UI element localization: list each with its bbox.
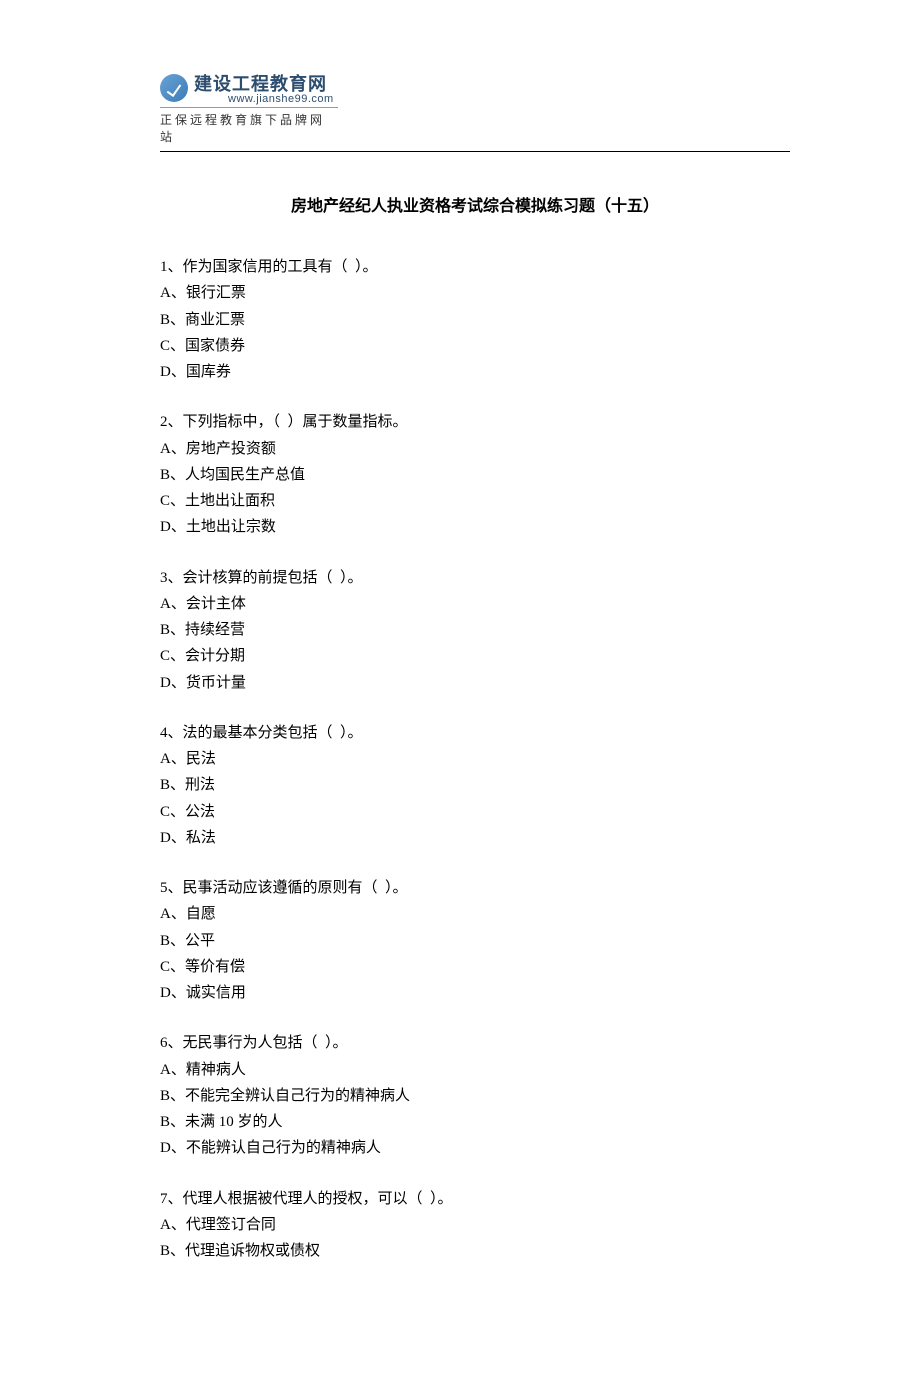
question-option: C、等价有偿 xyxy=(160,954,790,980)
header-divider xyxy=(160,151,790,152)
question-block: 2、下列指标中，（ ）属于数量指标。 A、房地产投资额 B、人均国民生产总值 C… xyxy=(160,409,790,540)
question-stem: 2、下列指标中，（ ）属于数量指标。 xyxy=(160,409,790,435)
question-stem: 5、民事活动应该遵循的原则有（ ）。 xyxy=(160,875,790,901)
question-option: A、会计主体 xyxy=(160,591,790,617)
question-option: B、商业汇票 xyxy=(160,307,790,333)
question-stem: 7、代理人根据被代理人的授权，可以（ ）。 xyxy=(160,1186,790,1212)
question-option: B、人均国民生产总值 xyxy=(160,462,790,488)
question-option: B、持续经营 xyxy=(160,617,790,643)
question-option: D、私法 xyxy=(160,825,790,851)
question-option: B、未满 10 岁的人 xyxy=(160,1109,790,1135)
question-option: A、代理签订合同 xyxy=(160,1212,790,1238)
question-option: C、会计分期 xyxy=(160,643,790,669)
question-option: D、国库券 xyxy=(160,359,790,385)
document-page: 建设工程教育网 www.jianshe99.com 正保远程教育旗下品牌网站 房… xyxy=(0,0,920,1388)
site-header: 建设工程教育网 www.jianshe99.com 正保远程教育旗下品牌网站 xyxy=(160,70,790,145)
question-block: 5、民事活动应该遵循的原则有（ ）。 A、自愿 B、公平 C、等价有偿 D、诚实… xyxy=(160,875,790,1006)
question-block: 3、会计核算的前提包括（ ）。 A、会计主体 B、持续经营 C、会计分期 D、货… xyxy=(160,565,790,696)
question-stem: 4、法的最基本分类包括（ ）。 xyxy=(160,720,790,746)
logo-row: 建设工程教育网 www.jianshe99.com xyxy=(160,70,790,105)
document-title: 房地产经纪人执业资格考试综合模拟练习题（十五） xyxy=(160,192,790,216)
question-option: C、公法 xyxy=(160,799,790,825)
question-option: B、代理追诉物权或债权 xyxy=(160,1238,790,1264)
question-block: 4、法的最基本分类包括（ ）。 A、民法 B、刑法 C、公法 D、私法 xyxy=(160,720,790,851)
question-block: 1、作为国家信用的工具有（ ）。 A、银行汇票 B、商业汇票 C、国家债券 D、… xyxy=(160,254,790,385)
logo-icon xyxy=(160,74,188,102)
question-option: B、公平 xyxy=(160,928,790,954)
question-block: 7、代理人根据被代理人的授权，可以（ ）。 A、代理签订合同 B、代理追诉物权或… xyxy=(160,1186,790,1265)
question-option: A、自愿 xyxy=(160,901,790,927)
question-option: A、民法 xyxy=(160,746,790,772)
question-stem: 3、会计核算的前提包括（ ）。 xyxy=(160,565,790,591)
question-stem: 6、无民事行为人包括（ ）。 xyxy=(160,1030,790,1056)
question-option: D、不能辨认自己行为的精神病人 xyxy=(160,1135,790,1161)
question-option: C、国家债券 xyxy=(160,333,790,359)
question-option: A、银行汇票 xyxy=(160,280,790,306)
question-option: D、货币计量 xyxy=(160,670,790,696)
question-option: B、不能完全辨认自己行为的精神病人 xyxy=(160,1083,790,1109)
question-option: D、诚实信用 xyxy=(160,980,790,1006)
question-option: A、精神病人 xyxy=(160,1057,790,1083)
question-stem: 1、作为国家信用的工具有（ ）。 xyxy=(160,254,790,280)
question-block: 6、无民事行为人包括（ ）。 A、精神病人 B、不能完全辨认自己行为的精神病人 … xyxy=(160,1030,790,1161)
question-option: C、土地出让面积 xyxy=(160,488,790,514)
question-option: B、刑法 xyxy=(160,772,790,798)
question-option: D、土地出让宗数 xyxy=(160,514,790,540)
question-option: A、房地产投资额 xyxy=(160,436,790,462)
logo-text-url: www.jianshe99.com xyxy=(228,93,334,105)
logo-slogan: 正保远程教育旗下品牌网站 xyxy=(160,107,338,145)
